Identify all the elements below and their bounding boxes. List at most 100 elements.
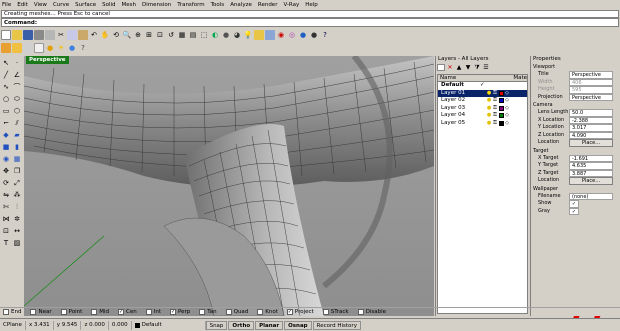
show-checkbox[interactable]: ✓	[569, 200, 579, 208]
osnap-project[interactable]: ✓ Project	[286, 309, 314, 315]
join-icon[interactable]: ⋈	[1, 214, 11, 224]
undo-view-icon[interactable]: ↺	[166, 30, 176, 40]
zloc-field[interactable]: 4.090	[569, 131, 613, 139]
osnap-strack[interactable]: STrack	[322, 309, 349, 315]
trim-icon[interactable]: ✄	[1, 202, 11, 212]
col-material[interactable]: Mate	[513, 75, 527, 81]
zoom-selected-icon[interactable]: ⊡	[155, 30, 165, 40]
ztarget-field[interactable]: 3.887	[569, 169, 613, 177]
group-icon[interactable]: ⊡	[1, 226, 11, 236]
properties-icon[interactable]	[265, 30, 275, 40]
menu-render[interactable]: Render	[258, 2, 278, 8]
layer-row[interactable]: Layer 02 ● ⚿ ◇	[438, 97, 527, 105]
sphere-icon[interactable]: ●	[309, 30, 319, 40]
osnap-tan[interactable]: Tan	[199, 309, 217, 315]
undo-icon[interactable]: ↶	[89, 30, 99, 40]
mesh-icon[interactable]: ▦	[12, 154, 22, 164]
explode-icon[interactable]: ✲	[12, 214, 22, 224]
split-icon[interactable]: ⫶	[12, 202, 22, 212]
save-icon[interactable]	[23, 30, 33, 40]
xtarget-field[interactable]: -1.691	[569, 154, 613, 162]
status-layer[interactable]: Default	[132, 320, 206, 330]
lock-icon[interactable]: ⚿	[492, 120, 498, 128]
move-up-icon[interactable]: ▲	[455, 64, 463, 71]
layer-row[interactable]: Layer 04 ● ⚿ ◇	[438, 112, 527, 120]
osnap-perp[interactable]: ✓ Perp	[170, 309, 190, 315]
rotate-icon[interactable]: ⟳	[1, 178, 11, 188]
surface-icon[interactable]: ◆	[1, 130, 11, 140]
menu-dimension[interactable]: Dimension	[142, 2, 171, 8]
zoom-icon[interactable]: 🔍	[122, 30, 132, 40]
scale-icon[interactable]: ⤢	[12, 178, 22, 188]
ellipse-icon[interactable]: ⬭	[12, 94, 22, 104]
osnap-pane[interactable]: Osnap	[284, 320, 312, 330]
layer-row[interactable]: Layer 05 ● ⚿ ◇	[438, 120, 527, 128]
col-name[interactable]: Name	[438, 75, 486, 81]
record-history-pane[interactable]: Record History	[312, 320, 361, 330]
rectangle-icon[interactable]: ▭	[1, 106, 11, 116]
projection-select[interactable]: Perspective	[569, 93, 613, 101]
dimension-icon[interactable]: ↔	[12, 226, 22, 236]
perspective-viewport[interactable]: Perspective	[24, 56, 434, 316]
array-icon[interactable]: ⁂	[12, 190, 22, 200]
vray-light-icon[interactable]: ●	[45, 43, 55, 53]
boolean-icon[interactable]: ◉	[1, 154, 11, 164]
menu-analyze[interactable]: Analyze	[230, 2, 252, 8]
import-icon[interactable]	[45, 30, 55, 40]
wireframe-icon[interactable]: ◐	[210, 30, 220, 40]
copy-object-icon[interactable]: ❐	[12, 166, 22, 176]
vray-material-icon[interactable]	[12, 43, 22, 53]
cylinder-icon[interactable]: ▮	[12, 142, 22, 152]
line-icon[interactable]: ╱	[1, 70, 11, 80]
text-icon[interactable]: T	[1, 238, 11, 248]
vray-sphere-icon[interactable]: ●	[67, 43, 77, 53]
osnap-end[interactable]: End	[3, 309, 21, 315]
polygon-icon[interactable]: ⬡	[12, 106, 22, 116]
vray-render-icon[interactable]	[23, 43, 33, 53]
layer-row[interactable]: Layer 03 ● ⚿ ◇	[438, 105, 527, 113]
viewport-layout-icon[interactable]: ▦	[177, 30, 187, 40]
command-input[interactable]: Command:	[1, 18, 619, 27]
menu-solid[interactable]: Solid	[102, 2, 115, 8]
material-icon[interactable]: ◎	[287, 30, 297, 40]
paste-icon[interactable]	[78, 30, 88, 40]
environment-icon[interactable]: ●	[298, 30, 308, 40]
lock-icon[interactable]: ⚿	[492, 97, 498, 105]
print-icon[interactable]	[34, 30, 44, 40]
status-cplane[interactable]: CPlane	[0, 320, 26, 330]
filename-field[interactable]: (none)	[569, 192, 613, 200]
menu-transform[interactable]: Transform	[177, 2, 204, 8]
place-target-button[interactable]: Place...	[569, 177, 613, 185]
vray-sun-icon[interactable]: ☀	[56, 43, 66, 53]
material-diamond-icon[interactable]: ◇	[504, 105, 510, 113]
menu-surface[interactable]: Surface	[75, 2, 96, 8]
material-diamond-icon[interactable]: ◇	[504, 90, 510, 98]
offset-icon[interactable]: ⫽	[12, 118, 22, 128]
zoom-window-icon[interactable]: ⊕	[133, 30, 143, 40]
vray-frame-icon[interactable]	[34, 43, 44, 53]
layer-icon[interactable]	[254, 30, 264, 40]
menu-tools[interactable]: Tools	[211, 2, 225, 8]
menu-file[interactable]: File	[2, 2, 11, 8]
menu-curve[interactable]: Curve	[53, 2, 69, 8]
move-down-icon[interactable]: ▼	[464, 64, 472, 71]
rendered-icon[interactable]: ◕	[232, 30, 242, 40]
lock-icon[interactable]: ⚿	[492, 90, 498, 98]
copy-icon[interactable]	[67, 30, 77, 40]
new-file-icon[interactable]	[1, 30, 11, 40]
ytarget-field[interactable]: 4.635	[569, 162, 613, 170]
mirror-icon[interactable]: ⇋	[1, 190, 11, 200]
lock-icon[interactable]: ⚿	[492, 105, 498, 113]
osnap-point[interactable]: Point	[60, 309, 82, 315]
pan-icon[interactable]: ✋	[100, 30, 110, 40]
yloc-field[interactable]: 3.017	[569, 124, 613, 132]
circle-icon[interactable]: ○	[1, 94, 11, 104]
lens-field[interactable]: 50.0	[569, 109, 613, 117]
select-icon[interactable]: ⬚	[199, 30, 209, 40]
cut-icon[interactable]: ✂	[56, 30, 66, 40]
xloc-field[interactable]: -2.388	[569, 116, 613, 124]
select-arrow-icon[interactable]: ↖	[1, 58, 11, 68]
osnap-cen[interactable]: ✓ Cen	[118, 309, 137, 315]
arc-icon[interactable]: ⌒	[12, 82, 22, 92]
osnap-int[interactable]: Int	[145, 309, 161, 315]
